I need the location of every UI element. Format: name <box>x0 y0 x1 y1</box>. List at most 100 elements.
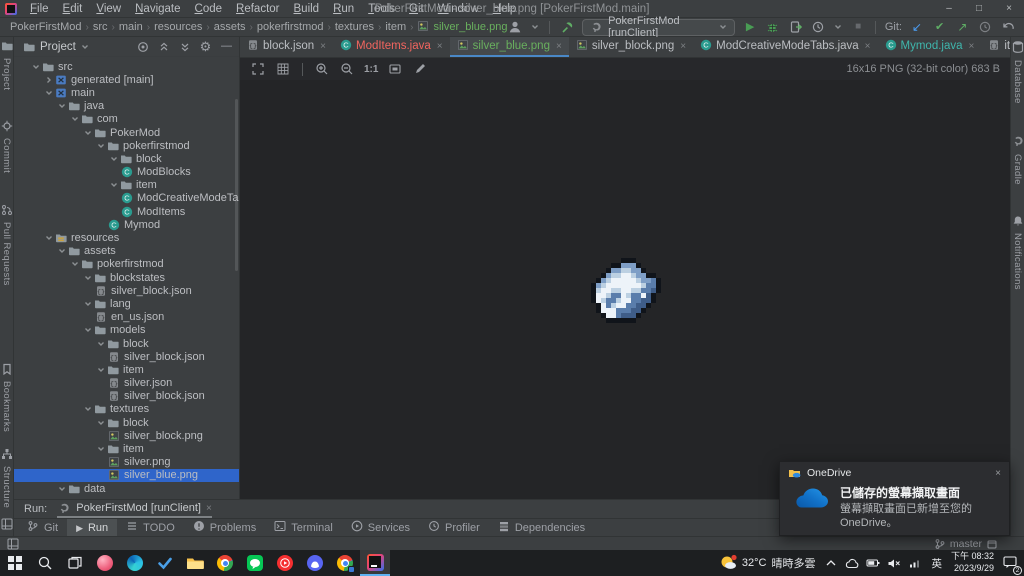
grid-toggle-icon[interactable] <box>275 61 291 77</box>
tab-silver-blue-png[interactable]: silver_blue.png × <box>449 37 569 57</box>
tool-window-button-terminal[interactable]: Terminal <box>265 519 342 536</box>
collapse-all-button[interactable] <box>176 39 193 55</box>
git-push-button[interactable]: ↗ <box>955 19 971 36</box>
tree-item-block[interactable]: block <box>14 337 239 350</box>
taskbar-clock[interactable]: 下午 08:32 2023/9/29 <box>951 551 994 574</box>
taskbar-chrome-icon[interactable] <box>210 550 240 576</box>
battery-icon[interactable] <box>866 556 880 570</box>
rollback-button[interactable] <box>1000 19 1016 36</box>
tool-window-button-project[interactable]: Project <box>1 40 13 90</box>
user-account-icon[interactable] <box>507 19 523 36</box>
run-config-tab[interactable]: PokerFirstMod [runClient] × <box>57 501 212 518</box>
tool-window-button-bookmarks[interactable]: Bookmarks <box>1 363 13 432</box>
taskbar-todo-icon[interactable] <box>150 550 180 576</box>
tree-item-pokerfirstmod[interactable]: pokerfirstmod <box>14 139 239 152</box>
tab-item-silver-block-json[interactable]: {}item\silver_block.json× <box>981 37 1010 57</box>
tool-window-button-todo[interactable]: TODO <box>117 519 184 536</box>
tree-item-assets[interactable]: assets <box>14 245 239 258</box>
close-icon[interactable]: × <box>995 468 1001 479</box>
close-button[interactable]: × <box>994 0 1024 18</box>
input-language-indicator[interactable]: 英 <box>931 556 942 571</box>
tree-item-silver-png[interactable]: silver.png <box>14 456 239 469</box>
menu-run[interactable]: Run <box>326 0 361 18</box>
tree-item-lang[interactable]: lang <box>14 297 239 310</box>
chevron-down-icon[interactable] <box>95 444 107 454</box>
chevron-down-icon[interactable] <box>56 484 68 494</box>
tree-item-generated-main-[interactable]: generated [main] <box>14 73 239 86</box>
tool-window-button-dependencies[interactable]: Dependencies <box>489 519 594 536</box>
chevron-down-icon[interactable] <box>108 180 120 190</box>
hide-panel-button[interactable]: — <box>218 39 235 55</box>
run-config-selector[interactable]: PokerFirstMod [runClient] <box>582 15 736 39</box>
debug-button[interactable] <box>765 19 781 36</box>
tool-window-button-profiler[interactable]: Profiler <box>419 519 489 536</box>
tab-mymod-java[interactable]: C Mymod.java × <box>878 37 982 57</box>
tree-item-modblocks[interactable]: C ModBlocks <box>14 166 239 179</box>
tool-window-button-services[interactable]: Services <box>342 519 419 536</box>
tray-expand-icon[interactable] <box>824 556 838 570</box>
locate-file-button[interactable] <box>134 39 151 55</box>
git-update-button[interactable]: ↙ <box>909 19 925 36</box>
chevron-down-icon[interactable] <box>833 19 843 36</box>
taskbar-paint-icon[interactable] <box>90 550 120 576</box>
zoom-in-icon[interactable] <box>314 61 330 77</box>
tab-silver-block-png[interactable]: silver_block.png × <box>569 37 693 57</box>
menu-view[interactable]: View <box>89 0 128 18</box>
tree-item-item[interactable]: item <box>14 179 239 192</box>
close-icon[interactable]: × <box>680 41 686 52</box>
tree-item-main[interactable]: main <box>14 86 239 99</box>
chevron-down-icon[interactable] <box>69 259 81 269</box>
tool-window-button-notifications[interactable]: Notifications <box>1012 215 1024 290</box>
tree-item-models[interactable]: models <box>14 324 239 337</box>
tree-item-pokerfirstmod[interactable]: pokerfirstmod <box>14 258 239 271</box>
tree-item-src[interactable]: src <box>14 60 239 73</box>
close-icon[interactable]: × <box>320 41 326 52</box>
chevron-down-icon[interactable] <box>30 62 42 72</box>
tool-window-button-database[interactable]: Database <box>1012 40 1024 104</box>
zoom-out-icon[interactable] <box>339 61 355 77</box>
tool-window-button-commit[interactable]: Commit <box>1 120 13 174</box>
chevron-down-icon[interactable] <box>80 39 90 55</box>
git-commit-button[interactable]: ✔ <box>932 19 948 36</box>
tree-item-item[interactable]: item <box>14 363 239 376</box>
chevron-down-icon[interactable] <box>108 154 120 164</box>
taskbar-taskview-icon[interactable] <box>60 550 90 576</box>
taskbar-explorer-icon[interactable] <box>180 550 210 576</box>
breadcrumb-item-assets[interactable]: assets <box>214 21 246 33</box>
run-with-coverage-button[interactable] <box>788 19 804 36</box>
menu-navigate[interactable]: Navigate <box>128 0 187 18</box>
close-icon[interactable]: × <box>556 41 562 52</box>
taskbar-discord-icon[interactable] <box>300 550 330 576</box>
expand-all-button[interactable] <box>155 39 172 55</box>
tree-item-item[interactable]: item <box>14 442 239 455</box>
chevron-down-icon[interactable] <box>43 233 55 243</box>
chevron-down-icon[interactable] <box>69 114 81 124</box>
tree-item-silver-block-json[interactable]: {} silver_block.json <box>14 284 239 297</box>
tree-item-data[interactable]: data <box>14 482 239 495</box>
menu-refactor[interactable]: Refactor <box>229 0 286 18</box>
chevron-down-icon[interactable] <box>95 365 107 375</box>
breadcrumb-item-pokerfirstmod[interactable]: pokerfirstmod <box>257 21 324 33</box>
tree-item-block[interactable]: block <box>14 152 239 165</box>
close-icon[interactable]: × <box>969 41 975 52</box>
chevron-down-icon[interactable] <box>82 325 94 335</box>
breadcrumb-item-main[interactable]: main <box>119 21 143 33</box>
chevron-down-icon[interactable] <box>82 273 94 283</box>
taskbar-line-icon[interactable] <box>240 550 270 576</box>
tool-window-button-git[interactable]: Git <box>18 519 67 536</box>
close-icon[interactable]: × <box>206 503 212 514</box>
tree-item-modcreativemodetabs[interactable]: C ModCreativeModeTabs <box>14 192 239 205</box>
chevron-down-icon[interactable] <box>82 128 94 138</box>
weather-widget[interactable]: 32°C 晴時多雲 <box>719 554 815 573</box>
tree-item-silver-json[interactable]: {} silver.json <box>14 377 239 390</box>
tree-item-com[interactable]: com <box>14 113 239 126</box>
tool-window-layout-icon[interactable] <box>0 516 15 532</box>
tree-item-resources[interactable]: resources <box>14 231 239 244</box>
stop-button[interactable]: ■ <box>850 19 866 36</box>
tree-item-pokermod[interactable]: PokerMod <box>14 126 239 139</box>
breadcrumb-item-item[interactable]: item <box>385 21 406 33</box>
breadcrumb-current-file[interactable]: silver_blue.png <box>417 20 507 35</box>
breadcrumb-item-src[interactable]: src <box>93 21 108 33</box>
taskbar-search-icon[interactable] <box>30 550 60 576</box>
edit-image-icon[interactable] <box>412 61 428 77</box>
